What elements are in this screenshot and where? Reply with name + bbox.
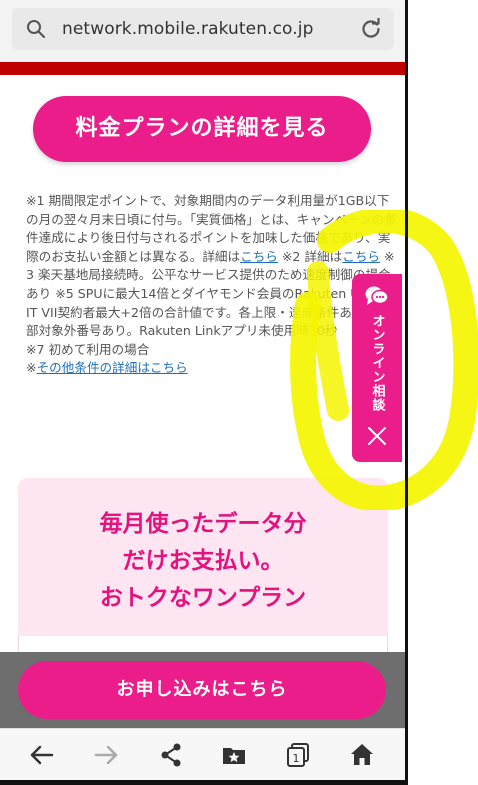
sticky-apply-bar: お申し込みはこちら bbox=[0, 652, 405, 728]
reload-icon[interactable] bbox=[360, 18, 382, 40]
browser-bottom-nav: 1 bbox=[0, 728, 405, 780]
forward-icon bbox=[94, 745, 118, 765]
search-icon bbox=[27, 20, 46, 39]
promo-line-3: おトクなワンプラン bbox=[99, 585, 307, 611]
footnotes: ※1 期間限定ポイントで、対象期間内のデータ利用量が1GB以下の月の翌々月末日頃… bbox=[26, 192, 398, 378]
online-consultation-label: オンライン相談 bbox=[369, 314, 385, 412]
home-icon bbox=[351, 744, 373, 765]
footnote-text-2: ※2 詳細は bbox=[277, 248, 343, 264]
tab-count: 1 bbox=[293, 752, 300, 765]
apply-button[interactable]: お申し込みはこちら bbox=[18, 661, 386, 719]
close-icon[interactable] bbox=[365, 424, 389, 448]
details-link-1[interactable]: こちら bbox=[240, 249, 278, 264]
tabs-button[interactable]: 1 bbox=[284, 741, 312, 769]
details-link-2[interactable]: こちら bbox=[342, 249, 380, 264]
promo-line-1: 毎月使ったデータ分 bbox=[99, 511, 307, 537]
tabs-icon: 1 bbox=[287, 743, 309, 767]
share-icon bbox=[161, 743, 181, 767]
other-conditions-link[interactable]: その他条件の詳細はこちら bbox=[37, 360, 188, 375]
footnote-more-prefix: ※ bbox=[26, 360, 37, 376]
address-bar[interactable]: network.mobile.rakuten.co.jp bbox=[12, 8, 394, 50]
url-text[interactable]: network.mobile.rakuten.co.jp bbox=[62, 19, 313, 39]
back-button[interactable] bbox=[28, 741, 56, 769]
site-header-strip bbox=[0, 62, 405, 75]
bookmarks-button[interactable] bbox=[220, 741, 248, 769]
screen-edge-right bbox=[405, 0, 408, 785]
share-button[interactable] bbox=[157, 741, 185, 769]
bookmark-icon bbox=[223, 748, 245, 764]
home-button[interactable] bbox=[348, 741, 376, 769]
browser-screen: network.mobile.rakuten.co.jp 料金プランの詳細を見る… bbox=[0, 0, 405, 785]
screen-edge-bottom bbox=[0, 780, 408, 785]
chat-bubble-icon bbox=[365, 286, 389, 305]
forward-button[interactable] bbox=[92, 741, 120, 769]
promo-headline: 毎月使ったデータ分 だけお支払い。 おトクなワンプラン bbox=[18, 506, 388, 617]
back-icon bbox=[30, 745, 54, 765]
plan-details-button[interactable]: 料金プランの詳細を見る bbox=[33, 96, 371, 162]
online-consultation-tab[interactable]: オンライン相談 bbox=[352, 274, 402, 462]
promo-line-2: だけお支払い。 bbox=[122, 548, 284, 574]
footnote-text-4: ※7 初めて利用の場合 bbox=[26, 341, 150, 357]
browser-toolbar: network.mobile.rakuten.co.jp bbox=[0, 0, 405, 62]
